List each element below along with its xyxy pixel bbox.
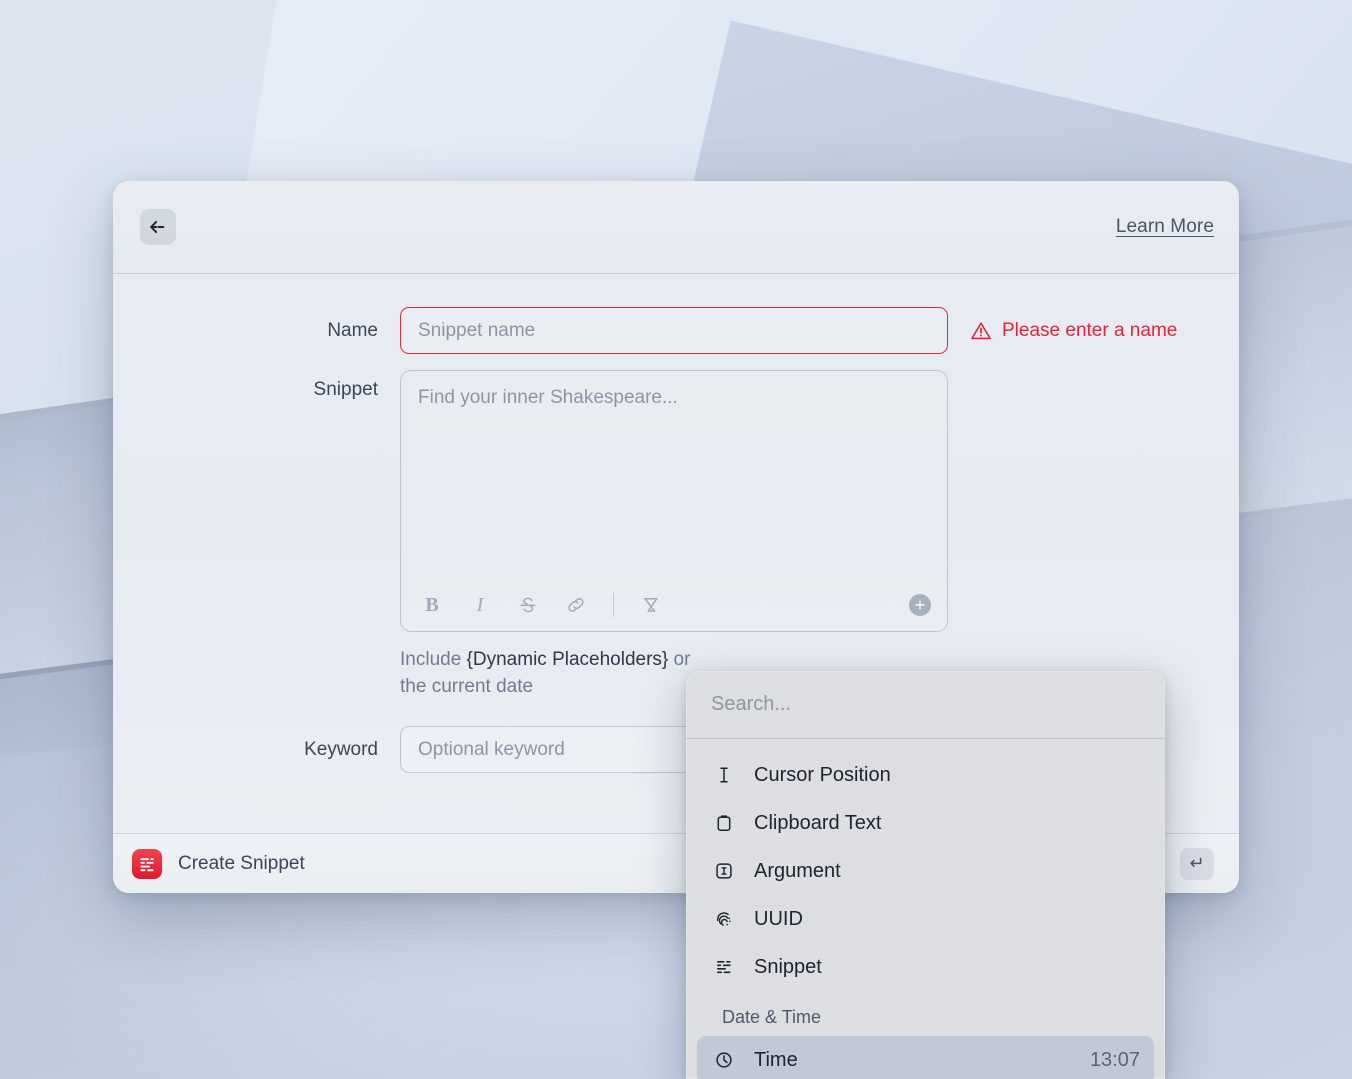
placeholder-search-input[interactable]: Search... — [686, 671, 1165, 738]
name-field-column: Snippet name Please enter a name — [400, 307, 948, 354]
desktop-background: Learn More Name Snippet name — [0, 0, 1352, 1079]
argument-box-icon — [711, 861, 737, 881]
italic-icon[interactable]: I — [467, 592, 493, 618]
keyword-field-label: Keyword — [113, 726, 400, 773]
snippet-editor: Find your inner Shakespeare... B I — [400, 370, 948, 632]
placeholder-search-placeholder: Search... — [711, 693, 791, 716]
name-error-message: Please enter a name — [970, 307, 1177, 354]
snippet-field-row: Snippet Find your inner Shakespeare... B… — [113, 370, 1239, 700]
name-field-row: Name Snippet name Please enter a name — [113, 307, 1239, 354]
learn-more-link[interactable]: Learn More — [1116, 216, 1214, 238]
menu-section-title: Date & Time — [697, 991, 1154, 1036]
add-placeholder-button[interactable] — [909, 594, 931, 616]
menu-item-uuid[interactable]: UUID — [697, 895, 1154, 943]
menu-item-cursor-position[interactable]: Cursor Position — [697, 751, 1154, 799]
hint-prefix: Include — [400, 649, 467, 670]
back-button[interactable] — [140, 209, 176, 245]
dynamic-placeholder-hint: Include {Dynamic Placeholders} or the cu… — [400, 646, 700, 700]
snippet-name-placeholder: Snippet name — [418, 320, 535, 342]
placeholder-dropdown: Search... Cursor Position — [686, 671, 1165, 1079]
menu-item-time[interactable]: Time 13:07 — [697, 1036, 1154, 1079]
fingerprint-icon — [711, 909, 737, 929]
hint-emphasis: {Dynamic Placeholders} — [467, 649, 669, 670]
name-error-text: Please enter a name — [1002, 320, 1177, 342]
snippet-placeholder: Find your inner Shakespeare... — [418, 387, 678, 408]
menu-item-label: Clipboard Text — [754, 812, 881, 835]
snippet-lines-icon — [711, 957, 737, 977]
plus-circle-icon — [913, 598, 927, 612]
editor-toolbar: B I — [401, 579, 947, 631]
name-field-label: Name — [113, 307, 400, 354]
strikethrough-icon[interactable] — [515, 592, 541, 618]
return-key-badge: ↵ — [1180, 848, 1214, 880]
snippet-field-label: Snippet — [113, 370, 400, 410]
footer-title: Create Snippet — [178, 853, 305, 875]
placeholder-menu-list: Cursor Position Clipboard Text — [686, 739, 1165, 1079]
bold-icon[interactable]: B — [419, 592, 445, 618]
window-topbar: Learn More — [113, 181, 1239, 273]
menu-item-label: Cursor Position — [754, 764, 891, 787]
menu-item-argument[interactable]: Argument — [697, 847, 1154, 895]
clipboard-icon — [711, 813, 737, 833]
snippet-name-input[interactable]: Snippet name — [400, 307, 948, 354]
menu-item-accessory: 13:07 — [1090, 1049, 1140, 1072]
menu-item-label: Argument — [754, 860, 841, 883]
text-cursor-icon — [711, 765, 737, 785]
snippet-field-column: Find your inner Shakespeare... B I — [400, 370, 948, 700]
menu-item-label: Time — [754, 1049, 798, 1072]
keyword-placeholder: Optional keyword — [418, 739, 565, 761]
clock-icon — [711, 1050, 737, 1070]
menu-item-clipboard-text[interactable]: Clipboard Text — [697, 799, 1154, 847]
menu-item-label: Snippet — [754, 956, 822, 979]
clear-formatting-icon[interactable] — [638, 592, 664, 618]
warning-triangle-icon — [970, 320, 992, 342]
toolbar-divider — [613, 593, 614, 617]
menu-item-snippet[interactable]: Snippet — [697, 943, 1154, 991]
link-icon[interactable] — [563, 592, 589, 618]
snippet-textarea[interactable]: Find your inner Shakespeare... — [401, 371, 947, 579]
snippet-app-icon — [132, 849, 162, 879]
menu-item-label: UUID — [754, 908, 803, 931]
footer-primary-action[interactable]: ↵ — [1163, 847, 1223, 881]
arrow-left-icon — [148, 217, 168, 237]
